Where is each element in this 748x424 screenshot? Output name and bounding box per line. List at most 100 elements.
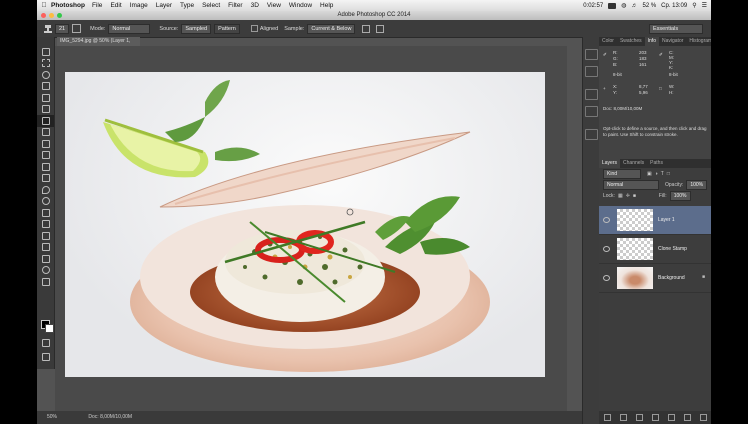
workspace-dropdown[interactable]: Essentials <box>649 24 703 34</box>
lasso-tool-icon[interactable] <box>37 69 54 81</box>
zoom-level[interactable]: 50% <box>47 414 57 420</box>
dodge-tool-icon[interactable] <box>37 196 54 208</box>
ignore-adjustment-icon[interactable] <box>362 24 371 33</box>
layer-name[interactable]: Clone Stamp <box>658 246 687 252</box>
adjustment-layer-icon[interactable] <box>651 414 659 421</box>
battery-status[interactable]: 52 % <box>642 3 656 9</box>
apple-icon[interactable]:  <box>37 2 51 9</box>
blend-mode-dropdown[interactable]: Normal <box>603 179 659 190</box>
menu-app-name[interactable]: Photoshop <box>51 2 85 9</box>
menu-3d[interactable]: 3D <box>251 2 259 9</box>
tab-paths[interactable]: Paths <box>647 159 666 168</box>
tab-color[interactable]: Color <box>599 37 617 46</box>
canvas-area[interactable] <box>55 46 567 411</box>
properties-panel-icon[interactable] <box>585 129 598 140</box>
actions-panel-icon[interactable] <box>585 66 598 77</box>
type-tool-icon[interactable] <box>37 219 54 231</box>
menu-filter[interactable]: Filter <box>228 2 242 9</box>
layer-name[interactable]: Layer 1 <box>658 217 675 223</box>
spotlight-icon[interactable]: ⚲ <box>692 2 696 9</box>
source-sampled-button[interactable]: Sampled <box>181 23 212 34</box>
trash-icon[interactable] <box>699 414 707 421</box>
tab-navigator[interactable]: Navigator <box>659 37 686 46</box>
lock-position-icon[interactable]: ✛ <box>626 193 630 199</box>
character-panel-icon[interactable] <box>585 89 598 100</box>
eye-icon[interactable] <box>603 246 610 252</box>
filter-adjust-icon[interactable]: ◑ <box>655 171 658 177</box>
airplay-icon[interactable] <box>608 2 617 9</box>
source-pattern-button[interactable]: Pattern <box>214 23 240 34</box>
document-tab[interactable]: IMG_5294.jpg @ 50% (Layer 1, RGB/8) * <box>57 37 140 53</box>
layer-row-layer-1[interactable]: Layer 1 <box>599 206 711 235</box>
menu-type[interactable]: Type <box>180 2 194 9</box>
pen-tool-icon[interactable] <box>37 207 54 219</box>
quick-select-tool-icon[interactable] <box>37 81 54 93</box>
menu-help[interactable]: Help <box>320 2 333 9</box>
layer-row-clone-stamp[interactable]: Clone Stamp <box>599 235 711 264</box>
zoom-window-icon[interactable] <box>57 13 62 18</box>
clone-stamp-icon[interactable] <box>41 24 55 34</box>
healing-brush-tool-icon[interactable] <box>37 115 54 127</box>
layer-mask-icon[interactable] <box>635 414 643 421</box>
minimize-icon[interactable] <box>49 13 54 18</box>
new-layer-icon[interactable] <box>683 414 691 421</box>
brush-panel-icon[interactable] <box>72 24 82 33</box>
menu-file[interactable]: File <box>92 2 102 9</box>
doc-size[interactable]: Doc: 8,00M/10,00M <box>88 414 132 420</box>
tab-channels[interactable]: Channels <box>620 159 647 168</box>
tab-swatches[interactable]: Swatches <box>617 37 645 46</box>
menu-view[interactable]: View <box>267 2 281 9</box>
tab-layers[interactable]: Layers <box>599 159 621 168</box>
menu-layer[interactable]: Layer <box>156 2 172 9</box>
close-icon[interactable] <box>41 13 46 18</box>
layer-style-icon[interactable] <box>619 414 627 421</box>
gradient-tool-icon[interactable] <box>37 173 54 185</box>
eraser-tool-icon[interactable] <box>37 161 54 173</box>
history-panel-icon[interactable] <box>585 49 598 60</box>
menu-image[interactable]: Image <box>130 2 148 9</box>
eye-icon[interactable] <box>603 217 610 223</box>
more-tools-icon[interactable] <box>37 276 54 288</box>
crop-tool-icon[interactable] <box>37 92 54 104</box>
lock-pixels-icon[interactable]: ▦ <box>618 193 623 199</box>
eyedropper-tool-icon[interactable] <box>37 104 54 116</box>
filter-shape-icon[interactable]: □ <box>667 171 670 177</box>
screen-mode-icon[interactable] <box>37 351 54 363</box>
brush-icon[interactable] <box>37 127 54 139</box>
tab-histogram[interactable]: Histogram <box>686 37 711 46</box>
wifi-icon[interactable]: ◍ <box>621 2 626 9</box>
volume-icon[interactable]: ♬ <box>631 3 637 9</box>
layer-name[interactable]: Background <box>658 275 685 281</box>
blur-tool-icon[interactable] <box>37 184 54 196</box>
notification-icon[interactable]: ☰ <box>702 2 707 9</box>
history-brush-tool-icon[interactable] <box>37 150 54 162</box>
pressure-icon[interactable] <box>376 24 385 33</box>
brush-size-picker[interactable]: 21 <box>55 23 70 34</box>
clone-stamp-tool-icon[interactable] <box>37 138 54 150</box>
hand-icon[interactable] <box>37 253 54 265</box>
background-color-swatch[interactable] <box>45 324 54 333</box>
menu-window[interactable]: Window <box>289 2 312 9</box>
menu-select[interactable]: Select <box>202 2 220 9</box>
clock[interactable]: Ср. 13:09 <box>661 3 687 9</box>
eye-icon[interactable] <box>603 275 610 281</box>
link-layers-icon[interactable] <box>603 414 611 421</box>
path-select-tool-icon[interactable] <box>37 230 54 242</box>
new-group-icon[interactable] <box>667 414 675 421</box>
filter-pixel-icon[interactable]: ▣ <box>647 171 652 177</box>
recording-timer[interactable]: 0:02:57 <box>583 3 603 9</box>
shape-tool-icon[interactable] <box>37 242 54 254</box>
fill-input[interactable]: 100% <box>669 190 691 201</box>
document-image[interactable] <box>65 72 545 377</box>
mode-dropdown[interactable]: Normal <box>108 23 151 34</box>
tab-info[interactable]: Info <box>644 37 659 46</box>
zoom-icon[interactable] <box>37 265 54 277</box>
opacity-input[interactable]: 100% <box>686 179 708 190</box>
layer-kind-filter[interactable]: Kind <box>603 168 641 179</box>
move-tool-icon[interactable] <box>37 46 54 58</box>
marquee-tool-icon[interactable] <box>37 58 54 70</box>
lock-icon[interactable]: ■ <box>633 193 636 199</box>
menu-edit[interactable]: Edit <box>110 2 121 9</box>
quick-mask-icon[interactable] <box>37 337 54 349</box>
layer-row-background[interactable]: Background ■ <box>599 264 711 293</box>
